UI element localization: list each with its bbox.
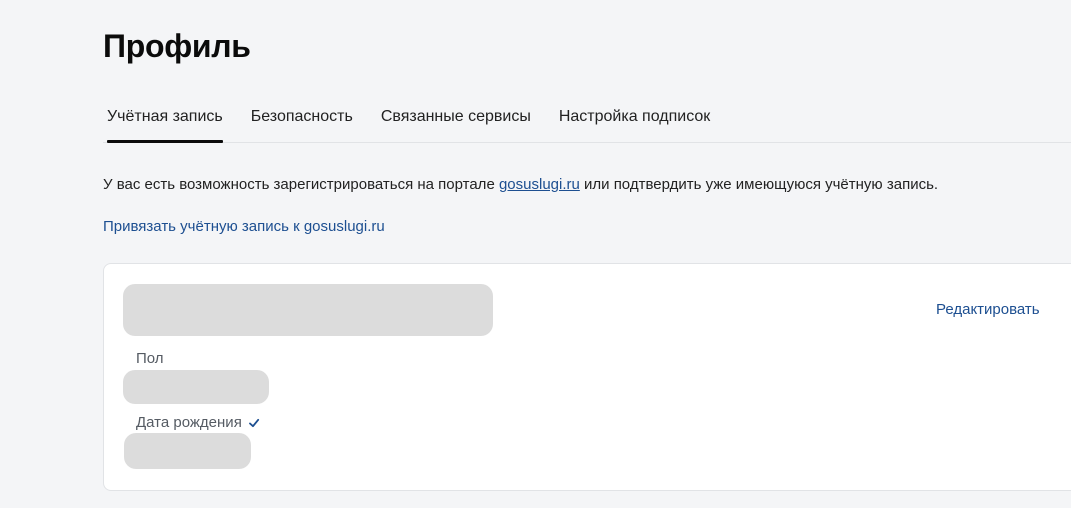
gender-label: Пол (136, 350, 164, 367)
gender-value-placeholder (123, 370, 269, 404)
tab-security[interactable]: Безопасность (251, 104, 353, 142)
profile-card: Редактировать Пол Дата рождения (103, 263, 1071, 491)
birth-date-label-row: Дата рождения (136, 414, 260, 431)
tab-linked-services[interactable]: Связанные сервисы (381, 104, 531, 142)
name-placeholder (123, 284, 493, 336)
gosuslugi-link[interactable]: gosuslugi.ru (499, 176, 580, 193)
info-text-before: У вас есть возможность зарегистрироватьс… (103, 176, 499, 193)
info-text-after: или подтвердить уже имеющуюся учётную за… (579, 176, 939, 193)
bind-account-link[interactable]: Привязать учётную запись к gosuslugi.ru (103, 218, 385, 235)
profile-tabs: Учётная запись Безопасность Связанные се… (103, 104, 1071, 143)
edit-button[interactable]: Редактировать (936, 301, 1040, 318)
tab-account[interactable]: Учётная запись (103, 104, 223, 143)
tab-subscription-settings[interactable]: Настройка подписок (559, 104, 710, 142)
registration-info: У вас есть возможность зарегистрироватьс… (103, 176, 938, 193)
birth-date-label: Дата рождения (136, 414, 242, 431)
check-icon (248, 416, 260, 428)
birth-date-value-placeholder (124, 433, 251, 469)
page-title: Профиль (103, 28, 251, 64)
